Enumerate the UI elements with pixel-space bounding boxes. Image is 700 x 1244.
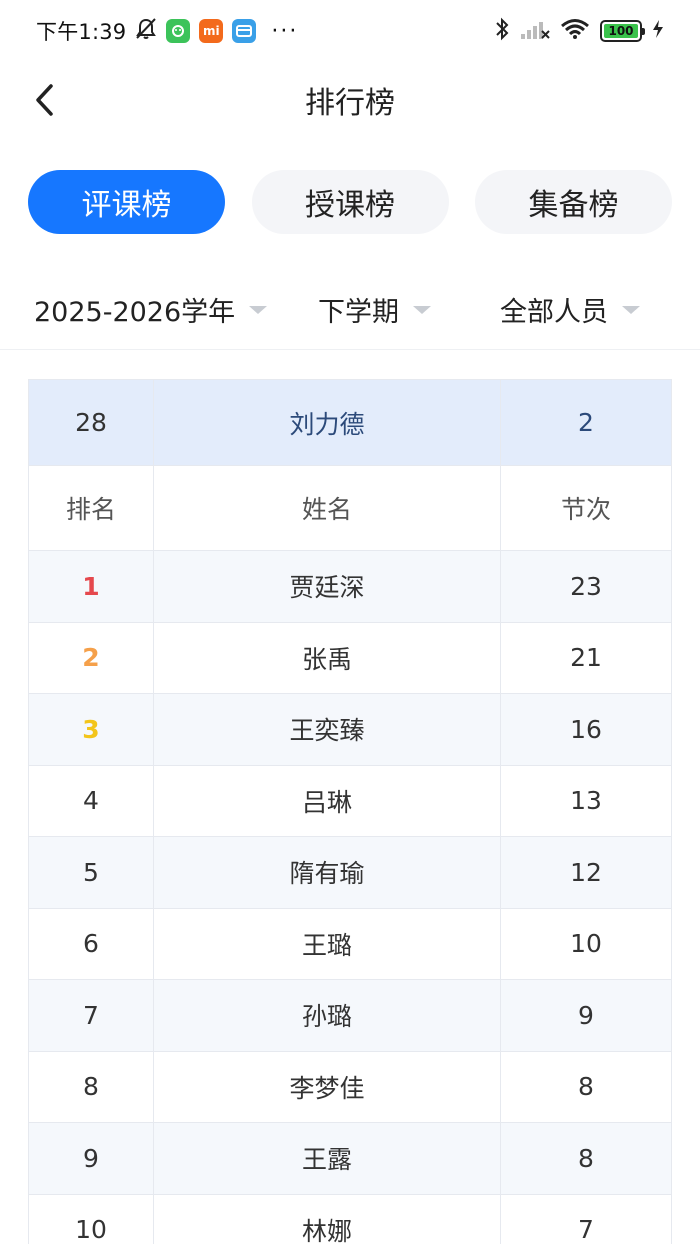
caret-down-icon — [249, 305, 268, 314]
row-count: 9 — [578, 1000, 594, 1030]
header-name: 姓名 — [154, 466, 501, 550]
row-count: 10 — [570, 929, 602, 959]
my-count: 2 — [578, 408, 594, 437]
status-left: 下午1:39 mi ··· — [36, 16, 298, 46]
row-count: 13 — [570, 786, 602, 816]
row-count: 12 — [570, 857, 602, 887]
page-title: 排行榜 — [305, 86, 395, 121]
table-row: 5 隋有瑜 12 — [29, 837, 671, 909]
table-row: 2 张禹 21 — [29, 622, 671, 694]
row-rank: 6 — [29, 908, 154, 979]
term-dropdown[interactable]: 下学期 — [318, 290, 431, 329]
my-name: 刘力德 — [154, 380, 501, 465]
row-name: 孙璐 — [154, 980, 501, 1051]
row-rank: 10 — [29, 1194, 154, 1244]
table-header: 排名 姓名 节次 — [29, 466, 671, 551]
caret-down-icon — [622, 305, 640, 314]
cellular-signal-icon — [520, 18, 550, 45]
mi-app-icon: mi — [199, 19, 224, 43]
row-count: 8 — [578, 1143, 594, 1173]
status-right: 100 — [494, 16, 664, 47]
row-count: 16 — [570, 714, 602, 744]
tab-prep-ranking[interactable]: 集备榜 — [475, 170, 672, 234]
app-notification-icon — [166, 19, 191, 43]
battery-level: 100 — [604, 24, 638, 38]
status-time: 下午1:39 — [36, 20, 127, 44]
bell-muted-icon — [135, 17, 157, 46]
bluetooth-icon — [494, 16, 510, 47]
back-button[interactable] — [24, 78, 64, 122]
charging-icon — [652, 19, 664, 44]
year-dropdown[interactable]: 2025-2026学年 — [34, 290, 268, 329]
ranking-table: 28 刘力德 2 排名 姓名 节次 1 贾廷深 23 2 张禹 21 3 王奕臻… — [28, 379, 672, 1244]
row-name: 吕琳 — [154, 765, 501, 836]
row-count: 23 — [570, 571, 602, 601]
ranking-page: 下午1:39 mi ··· 100 排行榜 评课榜 授课榜 集备榜 2025-2… — [0, 0, 700, 1244]
row-rank: 4 — [29, 765, 154, 836]
row-rank: 3 — [29, 694, 154, 765]
battery-icon: 100 — [600, 20, 645, 42]
row-name: 贾廷深 — [154, 551, 501, 622]
tab-teaching-ranking[interactable]: 授课榜 — [251, 170, 449, 234]
table-row: 8 李梦佳 8 — [29, 1051, 671, 1123]
row-rank: 7 — [29, 980, 154, 1051]
row-name: 李梦佳 — [154, 1051, 501, 1122]
table-row: 9 王露 8 — [29, 1123, 671, 1195]
row-rank: 5 — [29, 837, 154, 908]
chevron-left-icon — [36, 84, 53, 116]
row-count: 8 — [578, 1072, 594, 1102]
row-name: 王露 — [154, 1123, 501, 1194]
table-row: 6 王璐 10 — [29, 908, 671, 980]
tab-review-ranking[interactable]: 评课榜 — [28, 170, 225, 234]
row-rank: 9 — [29, 1123, 154, 1194]
year-dropdown-label: 2025-2026学年 — [34, 297, 236, 328]
row-count: 21 — [570, 643, 602, 673]
table-row: 10 林娜 7 — [29, 1194, 671, 1244]
header-rank: 排名 — [29, 466, 154, 550]
row-rank: 8 — [29, 1051, 154, 1122]
table-row: 7 孙璐 9 — [29, 980, 671, 1052]
caret-down-icon — [413, 305, 431, 314]
row-name: 隋有瑜 — [154, 837, 501, 908]
ranking-tabs: 评课榜 授课榜 集备榜 — [28, 170, 672, 236]
row-name: 林娜 — [154, 1194, 501, 1244]
wifi-icon — [560, 18, 590, 45]
row-rank: 1 — [29, 551, 154, 622]
my-rank-row: 28 刘力德 2 — [29, 380, 671, 466]
nav-bar: 排行榜 — [0, 62, 700, 138]
filter-bar: 2025-2026学年 下学期 全部人员 — [0, 280, 700, 350]
more-notifications-icon: ··· — [271, 18, 299, 44]
row-count: 7 — [578, 1215, 594, 1244]
row-name: 王璐 — [154, 908, 501, 979]
status-bar: 下午1:39 mi ··· 100 — [0, 0, 700, 62]
my-rank: 28 — [29, 380, 154, 465]
row-name: 王奕臻 — [154, 694, 501, 765]
scope-dropdown[interactable]: 全部人员 — [500, 290, 640, 329]
row-name: 张禹 — [154, 622, 501, 693]
term-dropdown-label: 下学期 — [318, 297, 399, 328]
table-row: 4 吕琳 13 — [29, 765, 671, 837]
wallet-app-icon — [232, 19, 257, 43]
table-row: 1 贾廷深 23 — [29, 551, 671, 623]
table-row: 3 王奕臻 16 — [29, 694, 671, 766]
row-rank: 2 — [29, 622, 154, 693]
header-count: 节次 — [560, 495, 611, 524]
scope-dropdown-label: 全部人员 — [500, 297, 608, 328]
